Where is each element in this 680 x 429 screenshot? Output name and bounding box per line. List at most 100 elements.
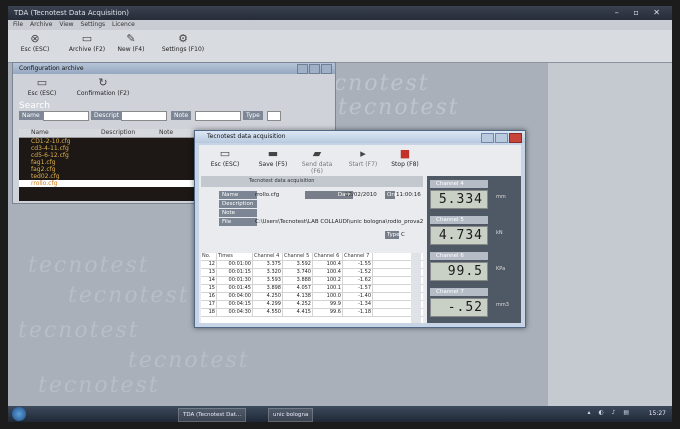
- dialog-toolbar: ▭ Esc (ESC) ▬ Save (F5) ▰ Send data (F6)…: [199, 145, 521, 175]
- app-title: TDA (Tecnotest Data Acquisition): [14, 9, 129, 17]
- send-data-button[interactable]: ▰ Send data (F6): [295, 147, 339, 175]
- name-value[interactable]: rrollo.cfg: [255, 191, 279, 199]
- list-item[interactable]: ted02.cfg: [19, 173, 195, 180]
- table-scrollbar[interactable]: [411, 253, 421, 323]
- table-cell: -1.62: [343, 277, 373, 284]
- watermark-text: tecnotest: [18, 318, 140, 343]
- channel-panel: Channel 4 5.334 mm Channel 5 4.734 kN Ch…: [427, 176, 521, 323]
- time-value[interactable]: 11:00:16: [396, 191, 421, 199]
- table-cell: -1.34: [343, 301, 373, 308]
- channel-5-value: 4.734: [430, 226, 488, 245]
- esc-button[interactable]: ⊗ Esc (ESC): [10, 32, 60, 53]
- table-row[interactable]: 15 00:01:45 3.898 4.057 100.1 -1.57: [201, 285, 423, 293]
- menu-file[interactable]: File: [13, 21, 23, 28]
- menu-archive[interactable]: Archive: [30, 21, 52, 28]
- type-label: Type: [385, 231, 400, 239]
- table-cell: -1.40: [343, 293, 373, 300]
- config-archive-toolbar: ▭ Esc (ESC) ↻ Confirmation (F2): [13, 76, 333, 100]
- search-name-label: Name: [19, 111, 43, 120]
- table-cell: -1.57: [343, 285, 373, 292]
- search-label: Search: [19, 101, 50, 111]
- settings-button[interactable]: ⚙ Settings (F10): [154, 32, 212, 53]
- dialog-esc-button[interactable]: ▭ Esc (ESC): [203, 147, 247, 168]
- search-type-select[interactable]: [267, 111, 281, 121]
- table-cell: 100.0: [313, 293, 343, 300]
- confirmation-button[interactable]: ↻ Confirmation (F2): [73, 76, 133, 97]
- dialog-title-bar: Tecnotest data acquisition: [195, 131, 525, 143]
- watermark-text: tecnotest: [68, 283, 190, 308]
- channel-4-display: Channel 4 5.334 mm: [430, 180, 506, 215]
- table-cell: 4.057: [283, 285, 313, 292]
- table-cell: 3.592: [283, 261, 313, 268]
- taskbar-item-folder[interactable]: unic bologna: [268, 408, 314, 422]
- desktop-screen: TDA (Tecnotest Data Acquisition) – ▫ ✕ F…: [8, 6, 672, 422]
- type-value[interactable]: C: [401, 231, 405, 239]
- stop-button[interactable]: ■ Stop (F8): [383, 147, 427, 168]
- window-controls[interactable]: – ▫ ✕: [615, 6, 666, 20]
- save-icon: ▬: [267, 147, 279, 160]
- table-cell: 3.898: [253, 285, 283, 292]
- column-name[interactable]: Name: [31, 129, 49, 137]
- watermark-text: tecnotest: [338, 95, 460, 120]
- maximize-button[interactable]: [495, 133, 508, 143]
- table-cell: 3.593: [253, 277, 283, 284]
- taskbar-clock: 15:27: [648, 410, 666, 417]
- channel-6-label: Channel 6: [430, 252, 488, 260]
- table-cell: 00:01:45: [217, 285, 253, 292]
- column-note[interactable]: Note: [159, 129, 173, 137]
- channel-7-unit: mm3: [496, 302, 509, 308]
- new-button[interactable]: ✎ New (F4): [106, 32, 156, 53]
- minimize-button[interactable]: [481, 133, 494, 143]
- table-row[interactable]: 12 00:01:00 3.375 3.592 100.4 -1.55: [201, 261, 423, 269]
- taskbar-item-tda[interactable]: TDA (Tecnotest Dat...: [178, 408, 247, 422]
- close-button[interactable]: [509, 133, 522, 143]
- table-cell: 3.320: [253, 269, 283, 276]
- start-orb-icon[interactable]: [12, 407, 26, 421]
- save-button[interactable]: ▬ Save (F5): [251, 147, 295, 168]
- table-row[interactable]: 18 00:04:30 4.550 4.415 99.6 -1.18: [201, 309, 423, 317]
- config-title: Tecnotest data acquisition: [249, 178, 315, 184]
- watermark-text: tecnotest: [28, 253, 150, 278]
- channel-4-unit: mm: [496, 194, 506, 200]
- cfg-esc-button[interactable]: ▭ Esc (ESC): [17, 76, 67, 97]
- table-cell: 100.1: [313, 285, 343, 292]
- table-row[interactable]: 14 00:01:30 3.593 3.888 100.2 -1.62: [201, 277, 423, 285]
- table-cell: 100.4: [313, 269, 343, 276]
- list-item[interactable]: fag1.cfg: [19, 159, 195, 166]
- list-item[interactable]: cd3-4-11.cfg: [19, 145, 195, 152]
- table-cell: 17: [201, 301, 217, 308]
- start-button[interactable]: ▸ Start (F7): [341, 147, 385, 168]
- search-note-input[interactable]: [195, 111, 241, 121]
- config-archive-title: Configuration archive: [19, 65, 84, 72]
- system-tray-icons[interactable]: ▴ ◐ ♪ ▤: [588, 409, 632, 416]
- list-item-selected[interactable]: rrollo.cfg: [19, 180, 195, 187]
- taskbar: TDA (Tecnotest Dat... unic bologna ▴ ◐ ♪…: [8, 406, 672, 422]
- table-cell: 4.299: [253, 301, 283, 308]
- table-cell: 100.2: [313, 277, 343, 284]
- table-row[interactable]: 13 00:01:15 3.320 3.740 100.4 -1.52: [201, 269, 423, 277]
- search-name-input[interactable]: [43, 111, 89, 121]
- config-title-bar: Tecnotest data acquisition: [201, 176, 423, 187]
- list-item[interactable]: fag2.cfg: [19, 166, 195, 173]
- date-value[interactable]: 12/02/2010: [345, 191, 377, 199]
- list-item[interactable]: CD1-2-10.cfg: [19, 138, 195, 145]
- table-cell: 4.138: [283, 293, 313, 300]
- archive-button[interactable]: ▭ Archive (F2): [62, 32, 112, 53]
- table-row[interactable]: 16 00:04:00 4.250 4.138 100.0 -1.40: [201, 293, 423, 301]
- dialog-body: ▭ Esc (ESC) ▬ Save (F5) ▰ Send data (F6)…: [199, 145, 521, 323]
- list-item[interactable]: cd5-6-12.cfg: [19, 152, 195, 159]
- right-pane: [548, 63, 672, 406]
- menu-view[interactable]: View: [59, 21, 73, 28]
- column-description[interactable]: Description: [101, 129, 135, 137]
- table-row[interactable]: 17 00:04:15 4.299 4.252 99.9 -1.34: [201, 301, 423, 309]
- menu-licence[interactable]: Licence: [112, 21, 135, 28]
- table-cell: 4.252: [283, 301, 313, 308]
- table-cell: 00:04:00: [217, 293, 253, 300]
- search-description-input[interactable]: [121, 111, 167, 121]
- menu-settings[interactable]: Settings: [81, 21, 106, 28]
- table-cell: 13: [201, 269, 217, 276]
- file-path[interactable]: C:\Users\Tecnotest\LAB COLLAUDI\unic bol…: [255, 218, 423, 226]
- channel-5-label: Channel 5: [430, 216, 488, 224]
- table-cell: 00:04:15: [217, 301, 253, 308]
- table-cell: 4.250: [253, 293, 283, 300]
